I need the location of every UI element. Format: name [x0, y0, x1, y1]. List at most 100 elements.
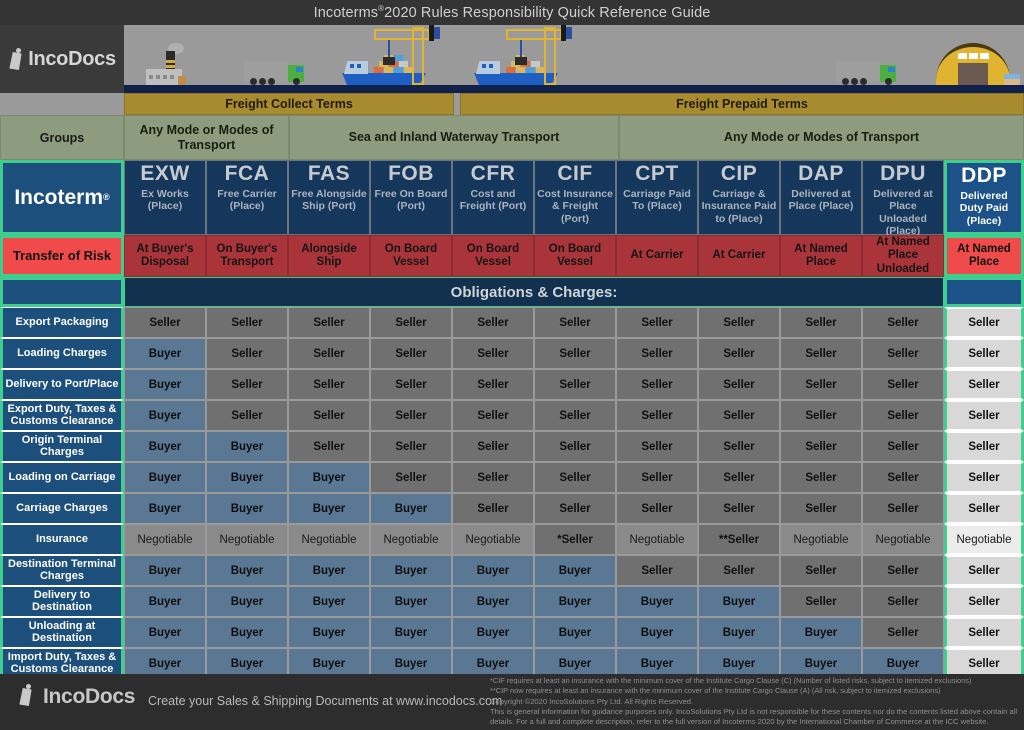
table-row: Delivery to Destination Buyer Buyer Buyer Bu… [0, 586, 1024, 617]
sidelabel-incoterm: Incoterm ® [0, 160, 124, 235]
incoterm-header-row: Incoterm ® EXW Ex Works (Place) FCA Free … [0, 160, 1024, 237]
groups-header: Groups [0, 115, 124, 160]
incoterms-reference-page: Incoterms ® 2020 Rules Responsibility Quic… [0, 0, 1024, 730]
cell-fas-r10: Buyer [288, 586, 370, 617]
mode-any-right: Any Mode or Modes of Transport [619, 115, 1024, 160]
cell-fca-r2: Seller [206, 338, 288, 369]
term-header-fca[interactable]: FCA Free Carrier (Place) [206, 160, 288, 235]
page-title-prefix: Incoterms [313, 4, 379, 21]
cell-cpt-r10: Buyer [616, 586, 698, 617]
cell-cif-r1: Seller [534, 307, 616, 338]
footer-tagline: Create your Sales & Shipping Documents a… [148, 694, 503, 708]
page-footer: IncoDocs Create your Sales & Shipping Do… [0, 674, 1024, 730]
risk-cip: At Carrier [698, 235, 780, 277]
page-title: Incoterms®2020 Rules Responsibility Quic… [314, 4, 711, 21]
cell-dpu-r1: Seller [862, 307, 944, 338]
cell-dap-r9: Seller [780, 555, 862, 586]
row-label-delivery-to-port-place: Delivery to Port/Place [0, 369, 124, 400]
footer-brand[interactable]: IncoDocs [18, 684, 135, 709]
cell-dap-r5: Seller [780, 431, 862, 462]
page-title-suffix: 2020 Rules Responsibility Quick Referenc… [384, 4, 711, 21]
cell-fas-r6: Buyer [288, 462, 370, 493]
row-label-carriage-charges: Carriage Charges [0, 493, 124, 524]
cell-cfr-r9: Buyer [452, 555, 534, 586]
term-header-exw[interactable]: EXW Ex Works (Place) [124, 160, 206, 235]
term-header-ddp[interactable]: DDP Delivered Duty Paid (Place) [944, 160, 1024, 235]
cell-fob-r2: Seller [370, 338, 452, 369]
risk-cif: On Board Vessel [534, 235, 616, 277]
brand-name: IncoDocs [28, 47, 116, 70]
term-header-fas[interactable]: FAS Free Alongside Ship (Port) [288, 160, 370, 235]
term-full: Free Carrier (Place) [217, 188, 277, 213]
cell-fas-r5: Seller [288, 431, 370, 462]
cell-ddp-r9: Seller [944, 555, 1024, 586]
cell-fca-r6: Buyer [206, 462, 288, 493]
term-abbr: DDP [961, 164, 1007, 187]
risk-exw: At Buyer's Disposal [124, 235, 206, 277]
header-banner: IncoDocs [0, 25, 1024, 93]
brand-logo[interactable]: IncoDocs [0, 25, 124, 93]
term-header-cip[interactable]: CIP Carriage & Insurance Paid to (Place) [698, 160, 780, 235]
cell-exw-r5: Buyer [124, 431, 206, 462]
cell-cfr-r3: Seller [452, 369, 534, 400]
cell-fca-r9: Buyer [206, 555, 288, 586]
cell-fca-r4: Seller [206, 400, 288, 431]
mode-any-left: Any Mode or Modes of Transport [124, 115, 289, 160]
page-title-bar: Incoterms®2020 Rules Responsibility Quic… [0, 0, 1024, 25]
cell-fca-r1: Seller [206, 307, 288, 338]
risk-dpu: At Named Place Unloaded [862, 235, 944, 277]
cell-cip-r3: Seller [698, 369, 780, 400]
term-header-dpu[interactable]: DPU Delivered at Place Unloaded (Place) [862, 160, 944, 237]
cell-cif-r6: Seller [534, 462, 616, 493]
cell-fas-r1: Seller [288, 307, 370, 338]
cell-cif-r2: Seller [534, 338, 616, 369]
cell-cpt-r7: Seller [616, 493, 698, 524]
row-label-unloading-at-destination: Unloading at Destination [0, 617, 124, 648]
cell-cfr-r8: Negotiable [452, 524, 534, 555]
cell-dpu-r3: Seller [862, 369, 944, 400]
term-header-dap[interactable]: DAP Delivered at Place (Place) [780, 160, 862, 235]
footnote-cip: **CIP now requires at least an insurance… [490, 686, 941, 696]
cell-exw-r6: Buyer [124, 462, 206, 493]
cell-ddp-r1: Seller [944, 307, 1024, 338]
cell-cif-r5: Seller [534, 431, 616, 462]
cell-dpu-r10: Seller [862, 586, 944, 617]
cell-cpt-r3: Seller [616, 369, 698, 400]
risk-cfr: On Board Vessel [452, 235, 534, 277]
term-header-cpt[interactable]: CPT Carriage Paid To (Place) [616, 160, 698, 235]
factory-icon [146, 43, 192, 85]
cell-ddp-r11: Seller [944, 617, 1024, 648]
truck-icon [244, 61, 306, 85]
obligations-ddp-spacer [944, 277, 1024, 307]
cell-dpu-r4: Seller [862, 400, 944, 431]
term-header-fob[interactable]: FOB Free On Board (Port) [370, 160, 452, 235]
cell-dap-r4: Seller [780, 400, 862, 431]
risk-fca: On Buyer's Transport [206, 235, 288, 277]
risk-cpt: At Carrier [616, 235, 698, 277]
cell-exw-r7: Buyer [124, 493, 206, 524]
term-header-cif[interactable]: CIF Cost Insurance & Freight (Port) [534, 160, 616, 235]
cell-fas-r3: Seller [288, 369, 370, 400]
cell-dap-r1: Seller [780, 307, 862, 338]
cell-cip-r6: Seller [698, 462, 780, 493]
port-crane-icon [506, 25, 572, 85]
cell-fob-r10: Buyer [370, 586, 452, 617]
cell-fas-r9: Buyer [288, 555, 370, 586]
footnote-disclaimer-1: This is general information for guidance… [490, 706, 1018, 716]
term-abbr: FAS [307, 162, 351, 185]
cell-cif-r4: Seller [534, 400, 616, 431]
cell-fca-r8: Negotiable [206, 524, 288, 555]
cell-fas-r2: Seller [288, 338, 370, 369]
term-header-cfr[interactable]: CFR Cost and Freight (Port) [452, 160, 534, 235]
cell-cip-r11: Buyer [698, 617, 780, 648]
term-full: Cost Insurance & Freight (Port) [537, 188, 613, 225]
footnote-disclaimer-2: details. For a full and complete descrip… [490, 717, 989, 727]
mode-sea-inland: Sea and Inland Waterway Transport [289, 115, 619, 160]
ground-line [124, 85, 1024, 93]
cell-cif-r11: Buyer [534, 617, 616, 648]
cell-cfr-r4: Seller [452, 400, 534, 431]
table-row: Loading on Carriage Buyer Buyer Buyer Seller… [0, 462, 1024, 493]
cell-cpt-r6: Seller [616, 462, 698, 493]
cell-dap-r11: Buyer [780, 617, 862, 648]
obligations-rows: Export Packaging Seller Seller Seller Seller… [0, 307, 1024, 679]
